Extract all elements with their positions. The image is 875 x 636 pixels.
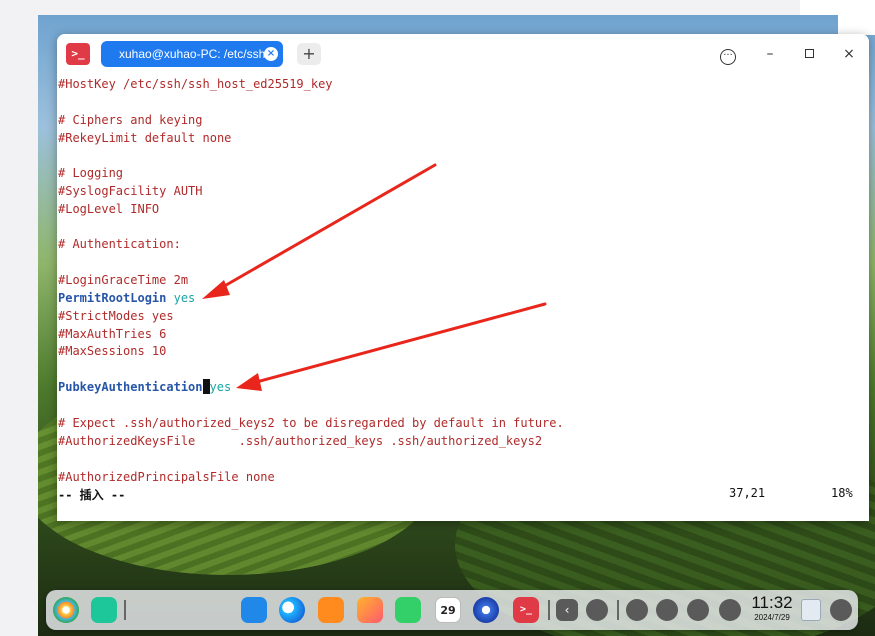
terminal-line: #StrictModes yes — [58, 309, 174, 323]
browser-icon[interactable] — [279, 597, 305, 623]
permit-root-login-line: PermitRootLogin yes — [58, 290, 195, 307]
settings-icon[interactable] — [473, 597, 499, 623]
notification-icon[interactable] — [830, 599, 852, 621]
terminal-line: #HostKey /etc/ssh/ssh_host_ed25519_key — [58, 77, 333, 91]
cursor-position: 37,21 — [729, 486, 766, 500]
multitask-view-icon[interactable] — [91, 597, 117, 623]
tab-close-icon[interactable]: × — [264, 47, 278, 61]
dock-divider — [548, 600, 550, 620]
more-icon: ··· — [720, 49, 736, 65]
directive-keyword: PubkeyAuthentication — [58, 380, 203, 394]
terminal-line: #SyslogFacility AUTH — [58, 184, 203, 198]
terminal-line: # Expect .ssh/authorized_keys2 to be dis… — [58, 416, 564, 430]
terminal-line: #AuthorizedPrincipalsFile none — [58, 470, 275, 484]
terminal-line: #RekeyLimit default none — [58, 131, 232, 145]
terminal-line: # Authentication: — [58, 237, 181, 251]
terminal-line: # Logging — [58, 166, 124, 180]
trash-icon[interactable] — [801, 599, 821, 621]
text-cursor — [202, 379, 210, 394]
directive-value: yes — [173, 291, 196, 305]
add-tab-button[interactable]: + — [297, 43, 321, 65]
clock[interactable]: 11:32 2024/7/29 — [749, 593, 795, 623]
tab-title: xuhao@xuhao-PC: /etc/ssh — [119, 47, 266, 61]
pubkey-authentication-line: PubkeyAuthentication yes — [58, 379, 231, 396]
power-icon[interactable] — [719, 599, 741, 621]
terminal-line: # Ciphers and keying — [58, 113, 203, 127]
taskbar-dock: 29 >_ ‹ 11:32 2024/7/29 — [46, 590, 858, 630]
keyboard-layout-icon[interactable] — [586, 599, 608, 621]
clock-time: 11:32 — [751, 593, 793, 612]
terminal-line: #AuthorizedKeysFile .ssh/authorized_keys… — [58, 434, 543, 448]
collapse-arrow-icon[interactable]: ‹ — [556, 599, 578, 621]
directive-keyword: PermitRootLogin — [58, 291, 167, 305]
terminal-line: #LoginGraceTime 2m — [58, 273, 189, 287]
image-viewer-icon[interactable] — [357, 597, 383, 623]
dock-divider — [617, 600, 619, 620]
calendar-icon[interactable]: 29 — [435, 597, 461, 623]
search-icon[interactable] — [656, 599, 678, 621]
terminal-line: #LogLevel INFO — [58, 202, 160, 216]
terminal-window: >_ xuhao@xuhao-PC: /etc/ssh × + ··· – × … — [57, 34, 869, 521]
dock-divider — [124, 600, 126, 620]
screen-corner-lower — [838, 15, 875, 35]
file-manager-icon[interactable] — [241, 597, 267, 623]
screen-corner — [800, 0, 875, 15]
system-monitor-icon[interactable] — [626, 599, 648, 621]
terminal-icon[interactable]: >_ — [513, 597, 539, 623]
launcher-icon[interactable] — [53, 597, 79, 623]
terminal-app-icon: >_ — [66, 43, 90, 65]
terminal-line: #MaxSessions 10 — [58, 344, 167, 358]
tab-terminal-session[interactable]: xuhao@xuhao-PC: /etc/ssh × — [101, 41, 283, 67]
onboard-keyboard-icon[interactable] — [687, 599, 709, 621]
directive-value: yes — [209, 380, 232, 394]
menu-button[interactable]: ··· — [718, 44, 738, 65]
music-icon[interactable] — [395, 597, 421, 623]
vim-mode-status: -- 插入 -- — [58, 488, 126, 502]
terminal-line: #MaxAuthTries 6 — [58, 327, 167, 341]
title-bar[interactable]: >_ xuhao@xuhao-PC: /etc/ssh × + ··· – × — [57, 34, 869, 74]
maximize-button[interactable] — [799, 44, 819, 64]
terminal-content[interactable]: #HostKey /etc/ssh/ssh_host_ed25519_key #… — [57, 74, 869, 521]
minimize-button[interactable]: – — [760, 44, 780, 64]
app-store-icon[interactable] — [318, 597, 344, 623]
scroll-percent: 18% — [831, 486, 853, 500]
close-button[interactable]: × — [839, 44, 859, 64]
maximize-icon — [804, 49, 814, 58]
clock-date: 2024/7/29 — [754, 613, 790, 622]
